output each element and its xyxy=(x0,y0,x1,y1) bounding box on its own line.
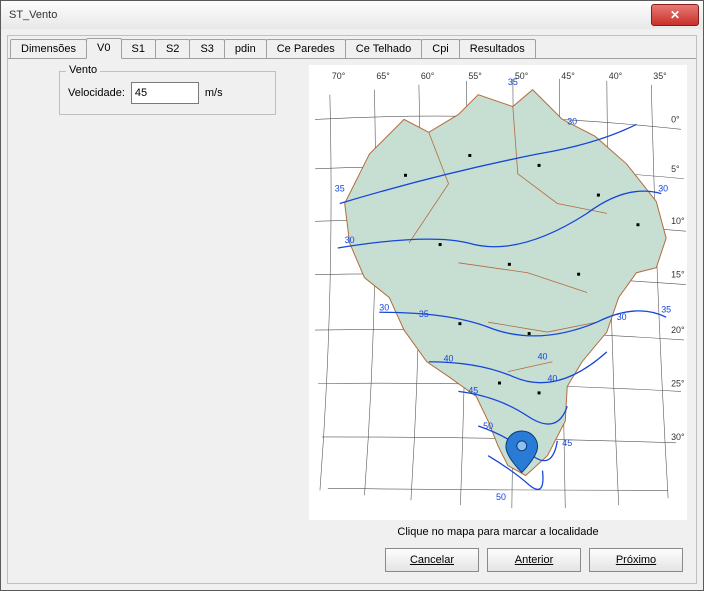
tab-dimensões[interactable]: Dimensões xyxy=(10,39,87,59)
next-button[interactable]: Próximo xyxy=(589,548,683,572)
svg-text:50: 50 xyxy=(483,421,493,431)
svg-text:35: 35 xyxy=(508,77,518,87)
svg-text:40: 40 xyxy=(538,352,548,362)
map-hint: Clique no mapa para marcar a localidade xyxy=(309,526,687,538)
tab-ce-paredes[interactable]: Ce Paredes xyxy=(266,39,346,59)
svg-text:45: 45 xyxy=(562,438,572,448)
svg-text:60°: 60° xyxy=(421,71,435,81)
svg-text:50: 50 xyxy=(496,492,506,502)
velocidade-unit: m/s xyxy=(205,87,223,99)
velocidade-label: Velocidade: xyxy=(68,87,125,99)
tab-s2[interactable]: S2 xyxy=(155,39,190,59)
svg-text:30: 30 xyxy=(658,184,668,194)
svg-text:40: 40 xyxy=(444,354,454,364)
tab-cpi[interactable]: Cpi xyxy=(421,39,460,59)
vento-group: Vento Velocidade: m/s xyxy=(59,71,276,115)
client-area: DimensõesV0S1S2S3pdinCe ParedesCe Telhad… xyxy=(1,29,703,590)
svg-text:30: 30 xyxy=(345,235,355,245)
svg-text:55°: 55° xyxy=(468,71,482,81)
lon-labels: 70°65°60°55°50°45°40°35° xyxy=(332,71,667,81)
svg-text:45°: 45° xyxy=(561,71,575,81)
prev-button[interactable]: Anterior xyxy=(487,548,581,572)
svg-text:30°: 30° xyxy=(671,432,685,442)
titlebar: ST_Vento ✕ xyxy=(1,1,703,30)
svg-text:35: 35 xyxy=(419,309,429,319)
velocidade-input[interactable] xyxy=(131,82,199,104)
window-title: ST_Vento xyxy=(9,9,57,21)
button-bar: Cancelar Anterior Próximo xyxy=(385,548,683,572)
svg-text:45: 45 xyxy=(468,385,478,395)
svg-text:20°: 20° xyxy=(671,325,685,335)
tab-pdin[interactable]: pdin xyxy=(224,39,267,59)
svg-text:40°: 40° xyxy=(609,71,623,81)
svg-text:5°: 5° xyxy=(671,164,680,174)
svg-text:65°: 65° xyxy=(376,71,390,81)
vento-legend: Vento xyxy=(66,64,100,76)
svg-text:35°: 35° xyxy=(653,71,667,81)
svg-text:30: 30 xyxy=(567,116,577,126)
svg-text:25°: 25° xyxy=(671,378,685,388)
svg-text:10°: 10° xyxy=(671,216,685,226)
tab-ce-telhado[interactable]: Ce Telhado xyxy=(345,39,422,59)
tab-v0[interactable]: V0 xyxy=(86,38,121,59)
svg-text:40: 40 xyxy=(547,374,557,384)
svg-text:35: 35 xyxy=(335,184,345,194)
close-button[interactable]: ✕ xyxy=(651,4,699,26)
tab-s1[interactable]: S1 xyxy=(121,39,156,59)
app-window: ST_Vento ✕ DimensõesV0S1S2S3pdinCe Pared… xyxy=(0,0,704,591)
svg-text:30: 30 xyxy=(379,302,389,312)
svg-text:30: 30 xyxy=(617,312,627,322)
map-panel[interactable]: 70°65°60°55°50°45°40°35° 0°5°10°15°20°25… xyxy=(309,65,687,520)
svg-text:35: 35 xyxy=(661,304,671,314)
tab-page-v0: Vento Velocidade: m/s xyxy=(9,59,695,582)
svg-text:70°: 70° xyxy=(332,71,346,81)
svg-text:15°: 15° xyxy=(671,270,685,280)
close-icon: ✕ xyxy=(670,8,680,22)
tab-strip: DimensõesV0S1S2S3pdinCe ParedesCe Telhad… xyxy=(8,36,696,58)
lat-labels: 0° 5° 10° 15° 20° 25° 30° xyxy=(671,114,685,442)
svg-text:0°: 0° xyxy=(671,114,680,124)
cancel-button[interactable]: Cancelar xyxy=(385,548,479,572)
vento-row: Velocidade: m/s xyxy=(60,72,275,114)
tab-s3[interactable]: S3 xyxy=(189,39,224,59)
brazil-isopleth-map: 70°65°60°55°50°45°40°35° 0°5°10°15°20°25… xyxy=(309,65,687,520)
dialog-frame: DimensõesV0S1S2S3pdinCe ParedesCe Telhad… xyxy=(7,35,697,584)
tab-resultados[interactable]: Resultados xyxy=(459,39,536,59)
brazil-land xyxy=(345,90,666,476)
